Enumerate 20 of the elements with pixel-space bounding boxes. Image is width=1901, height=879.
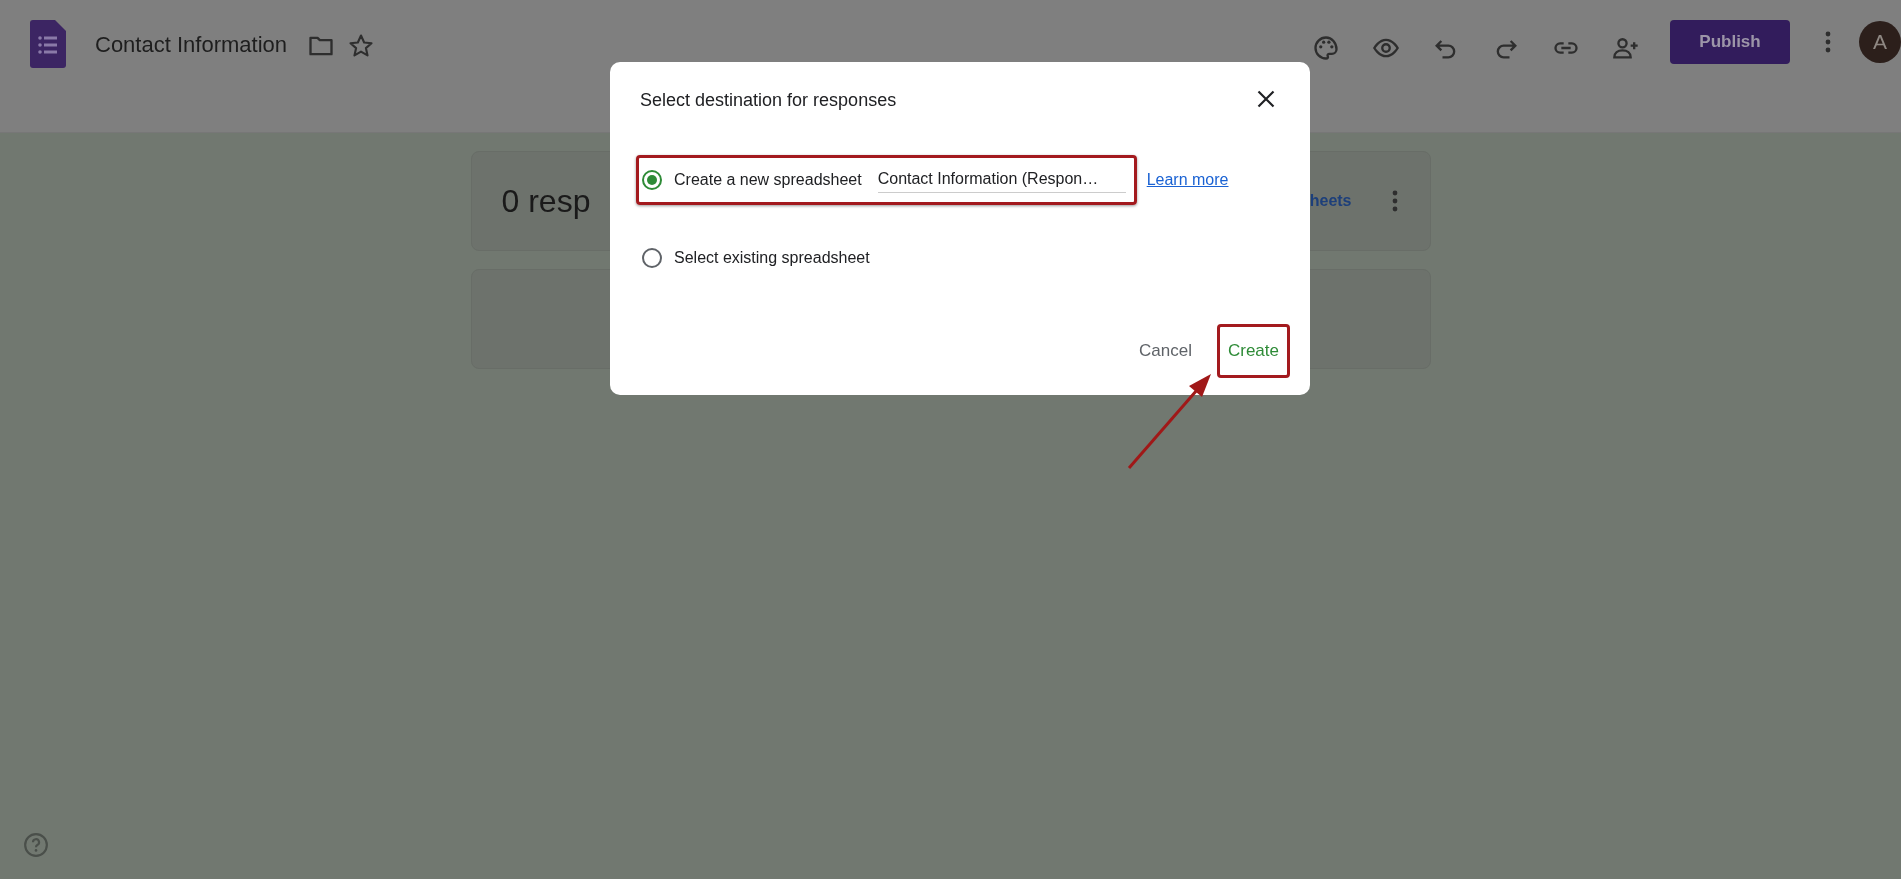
option-label[interactable]: Create a new spreadsheet	[674, 171, 862, 189]
radio-button[interactable]	[642, 248, 662, 268]
spreadsheet-name-field[interactable]: Contact Information (Respon…	[877, 167, 1126, 193]
responses-count: 0 resp	[501, 182, 591, 220]
cancel-button[interactable]: Cancel	[1133, 329, 1198, 373]
learn-more-link[interactable]: Learn more	[1146, 171, 1229, 189]
close-icon[interactable]	[1256, 88, 1276, 109]
star-icon[interactable]	[347, 32, 375, 60]
palette-icon[interactable]	[1312, 34, 1340, 62]
dialog-title: Select destination for responses	[640, 90, 897, 111]
more-options-icon[interactable]	[1825, 31, 1831, 53]
user-avatar[interactable]: A	[1859, 21, 1901, 63]
more-options-icon[interactable]	[1391, 190, 1398, 212]
help-icon[interactable]	[23, 832, 49, 858]
radio-button[interactable]	[642, 170, 662, 190]
forms-logo-icon[interactable]	[30, 20, 66, 68]
document-title[interactable]: Contact Information	[95, 32, 287, 58]
option-label[interactable]: Select existing spreadsheet	[674, 249, 870, 267]
publish-button[interactable]: Publish	[1670, 20, 1790, 64]
create-button[interactable]: Create	[1221, 329, 1285, 373]
